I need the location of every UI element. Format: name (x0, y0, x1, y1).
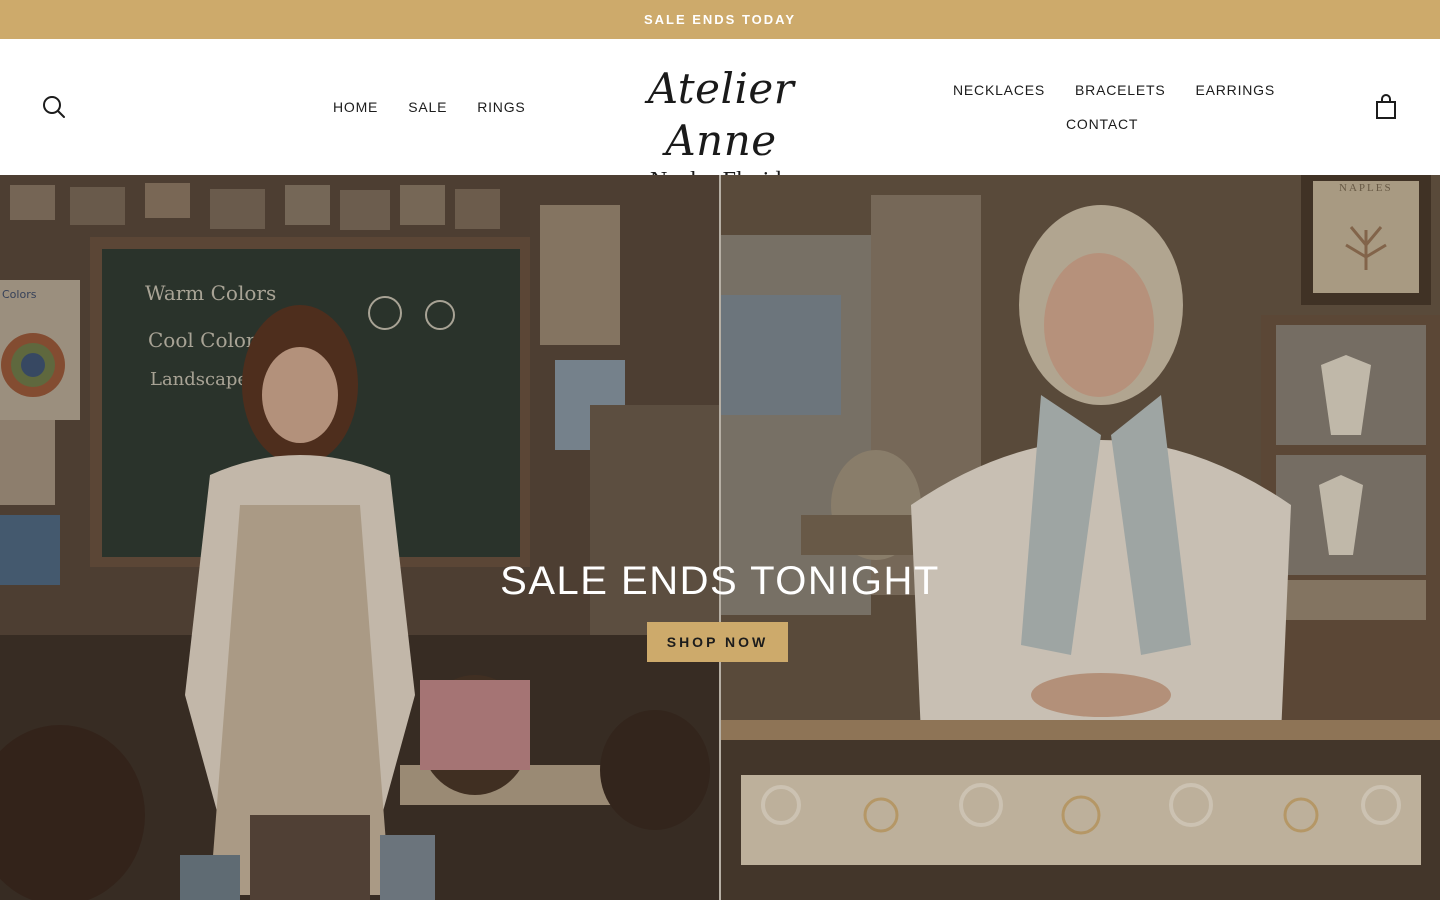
poster-text: Colors (2, 288, 37, 301)
hero-banner: Warm Colors Cool Colors Landscape Colors… (0, 175, 1440, 900)
nav-earrings[interactable]: EARRINGS (1195, 82, 1275, 98)
jewelry-store-owner-photo: NAPLES (721, 175, 1440, 900)
search-button[interactable] (40, 93, 68, 121)
primary-nav-right: NECKLACES BRACELETS EARRINGS (953, 82, 1275, 98)
nav-contact[interactable]: CONTACT (1066, 116, 1138, 132)
shopping-bag-icon (1376, 94, 1396, 119)
nav-home[interactable]: HOME (333, 99, 378, 115)
art-classroom-teacher-photo: Warm Colors Cool Colors Landscape Colors (0, 175, 719, 900)
nav-necklaces[interactable]: NECKLACES (953, 82, 1045, 98)
classroom-illustration: Warm Colors Cool Colors Landscape Colors (0, 175, 719, 900)
announcement-text: SALE ENDS TODAY (643, 12, 797, 27)
announcement-bar: SALE ENDS TODAY (0, 0, 1440, 39)
primary-nav-left: HOME SALE RINGS (333, 99, 526, 115)
hero-title: SALE ENDS TONIGHT (500, 559, 940, 603)
chalkboard-line-1: Warm Colors (145, 281, 276, 305)
shop-now-button[interactable]: SHOP NOW (647, 622, 788, 662)
search-icon (43, 96, 65, 118)
primary-nav-right-row2: CONTACT (1066, 116, 1138, 134)
nav-sale[interactable]: SALE (408, 99, 447, 115)
naples-frame-text: NAPLES (1339, 182, 1393, 194)
chalkboard-line-2: Cool Colors (148, 328, 266, 352)
chalkboard-line-3: Landscape (150, 369, 248, 390)
logo-wordmark: Atelier Anne (647, 64, 795, 165)
nav-bracelets[interactable]: BRACELETS (1075, 82, 1165, 98)
site-logo[interactable]: Atelier Anne Naples Florida (590, 63, 852, 194)
nav-rings[interactable]: RINGS (477, 99, 525, 115)
jewelry-store-illustration: NAPLES (721, 175, 1440, 900)
cart-button[interactable] (1372, 93, 1400, 121)
site-header: HOME SALE RINGS Atelier Anne Naples Flor… (0, 39, 1440, 194)
